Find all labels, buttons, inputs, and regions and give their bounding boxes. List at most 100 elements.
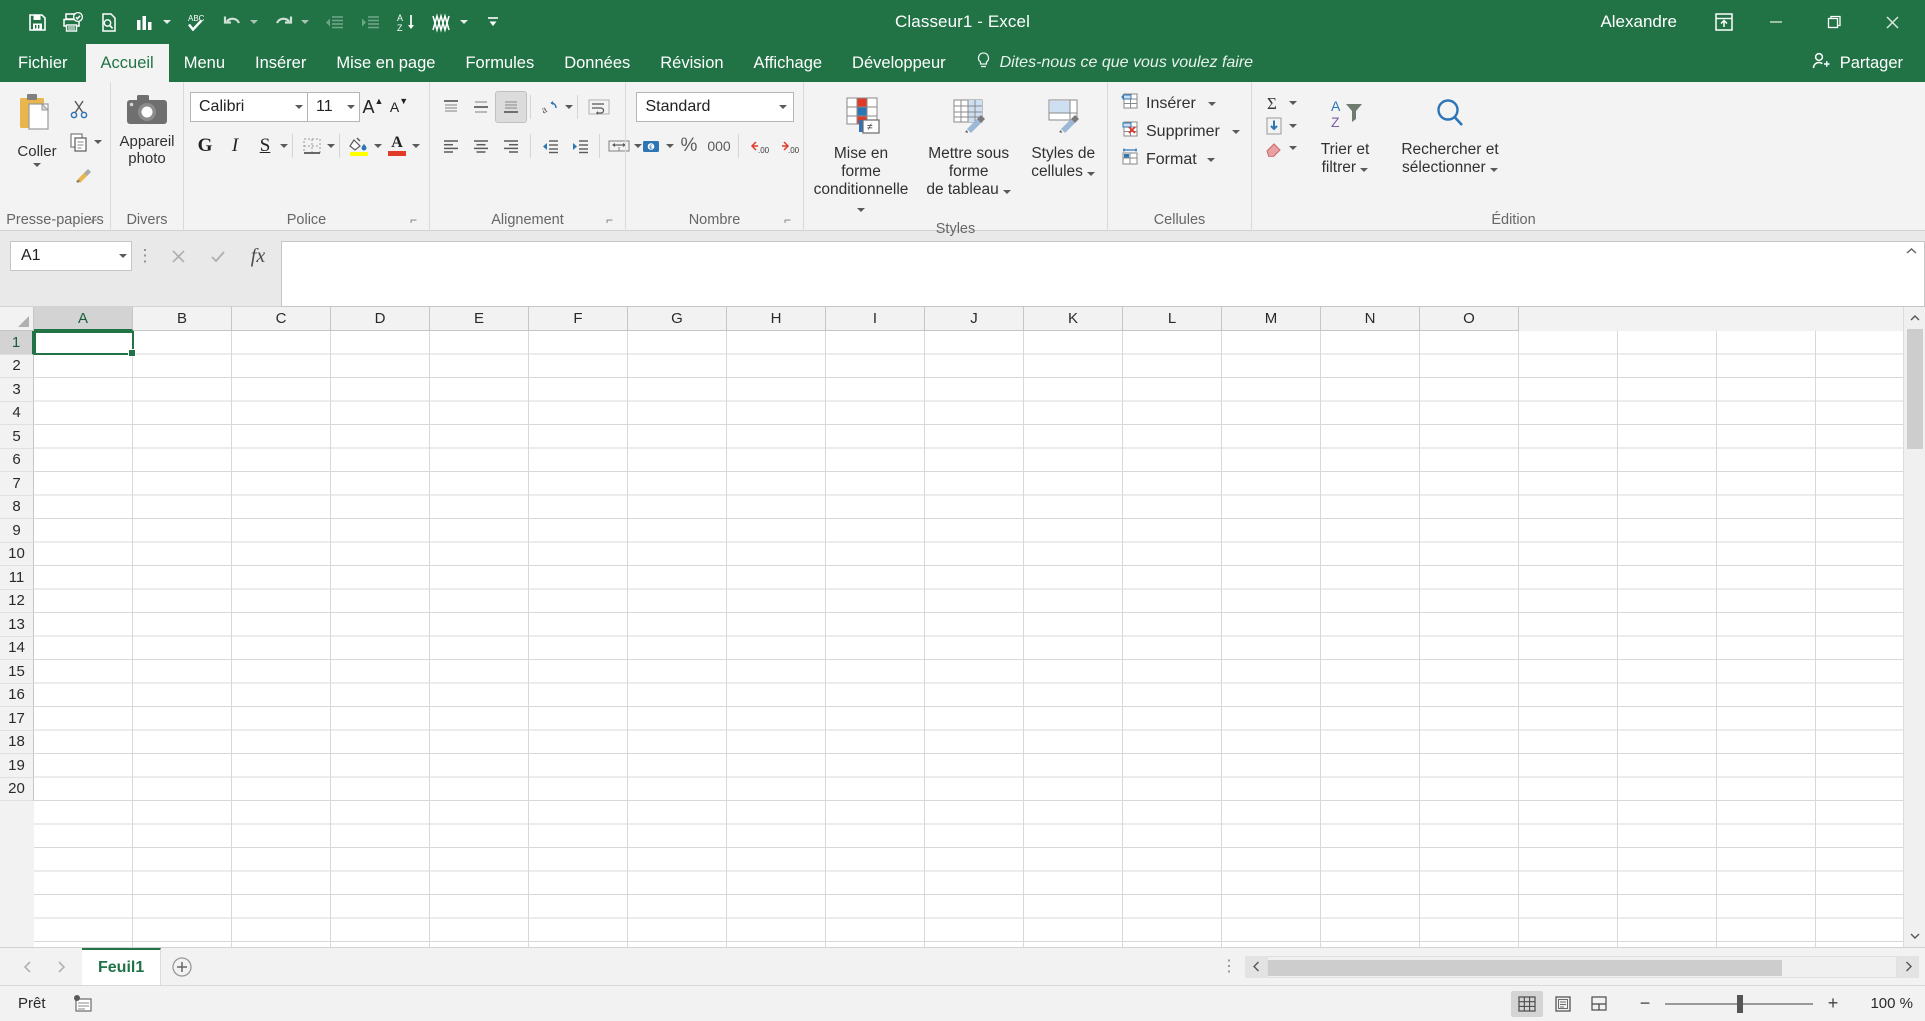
hscroll-left-icon[interactable] [1245,956,1267,978]
column-header-J[interactable]: J [925,307,1024,331]
zoom-slider-thumb[interactable] [1737,995,1743,1013]
customize-qat-icon[interactable] [476,5,510,39]
normal-view-button[interactable] [1511,991,1543,1017]
minimize-icon[interactable] [1747,0,1805,44]
cell-grid[interactable] [34,331,1903,947]
borders-button[interactable] [297,131,327,161]
column-header-H[interactable]: H [727,307,826,331]
chevron-down-icon[interactable] [119,254,127,258]
chevron-down-icon[interactable] [1289,124,1297,128]
chevron-down-icon[interactable] [460,20,468,24]
chevron-down-icon[interactable] [1003,190,1011,194]
tab-affichage[interactable]: Affichage [739,44,838,82]
chevron-down-icon[interactable] [565,105,573,109]
accounting-format-button[interactable]: € [636,131,666,161]
row-header-9[interactable]: 9 [0,519,34,543]
tab-developpeur[interactable]: Développeur [837,44,961,82]
tab-inserer[interactable]: Insérer [240,44,321,82]
bold-button[interactable]: G [190,131,220,161]
nav-prev-icon[interactable] [14,954,40,980]
find-select-button[interactable]: Rechercher et sélectionner [1390,90,1510,181]
vscroll-track[interactable] [1904,329,1925,925]
scroll-down-icon[interactable] [1904,925,1925,947]
chart-filters-icon[interactable] [425,5,474,39]
font-size-combo[interactable]: 11 [308,92,360,122]
tab-fichier[interactable]: Fichier [0,44,86,82]
sheet-bar-resize-handle[interactable]: ⋮ [1213,948,1245,985]
chevron-up-icon[interactable] [1899,241,1925,307]
row-header-17[interactable]: 17 [0,707,34,731]
redo-icon[interactable] [266,5,315,39]
tab-mise-en-page[interactable]: Mise en page [321,44,450,82]
undo-icon-glyph[interactable] [215,5,249,39]
column-header-B[interactable]: B [133,307,232,331]
chart-filters-icon-glyph[interactable] [425,5,459,39]
chevron-down-icon[interactable] [33,163,41,167]
row-header-18[interactable]: 18 [0,731,34,755]
number-format-combo[interactable]: Standard [636,92,794,122]
autosum-button[interactable]: Σ [1258,92,1300,114]
chevron-down-icon[interactable] [1289,146,1297,150]
chevron-down-icon[interactable] [250,20,258,24]
delete-cells-button[interactable]: Supprimer [1114,118,1246,145]
hscroll-thumb[interactable] [1268,960,1782,976]
zoom-in-button[interactable]: + [1823,994,1843,1014]
row-header-12[interactable]: 12 [0,590,34,614]
zoom-slider-track[interactable] [1665,1003,1813,1005]
spelling-icon[interactable]: ABC [179,5,213,39]
chevron-down-icon[interactable] [301,20,309,24]
top-align-button[interactable] [436,92,466,122]
chevron-down-icon[interactable] [1207,158,1215,162]
restore-icon[interactable] [1805,0,1863,44]
column-header-E[interactable]: E [430,307,529,331]
close-icon[interactable] [1863,0,1921,44]
row-header-7[interactable]: 7 [0,472,34,496]
format-cells-button[interactable]: Format [1114,146,1221,173]
italic-button[interactable]: I [220,131,250,161]
format-painter-button[interactable] [64,160,106,190]
row-header-2[interactable]: 2 [0,355,34,379]
column-header-O[interactable]: O [1420,307,1519,331]
copy-button[interactable] [64,127,94,157]
row-header-6[interactable]: 6 [0,449,34,473]
chart-icon[interactable] [128,5,177,39]
wrap-text-button[interactable] [582,92,616,122]
column-header-L[interactable]: L [1123,307,1222,331]
camera-button[interactable]: Appareil photo [117,88,177,171]
insert-cells-button[interactable]: Insérer [1114,90,1222,117]
tab-revision[interactable]: Révision [645,44,738,82]
row-header-8[interactable]: 8 [0,496,34,520]
hscroll-right-icon[interactable] [1897,956,1919,978]
grow-font-button[interactable]: A▲ [360,92,386,122]
tab-menu[interactable]: Menu [169,44,240,82]
name-box[interactable]: A1 [10,241,132,271]
nav-next-icon[interactable] [48,954,74,980]
chevron-down-icon[interactable] [163,20,171,24]
row-header-13[interactable]: 13 [0,613,34,637]
column-header-I[interactable]: I [826,307,925,331]
zoom-value[interactable]: 100 % [1857,995,1913,1012]
chart-icon-glyph[interactable] [128,5,162,39]
paste-button[interactable]: Coller [10,88,64,171]
page-layout-view-button[interactable] [1547,991,1579,1017]
tab-donnees[interactable]: Données [549,44,645,82]
sheet-tab-feuil1[interactable]: Feuil1 [82,948,161,985]
thousands-format-button[interactable]: 000 [704,131,734,161]
row-header-4[interactable]: 4 [0,402,34,426]
orientation-button[interactable]: a [535,92,565,122]
chevron-down-icon[interactable] [280,144,288,148]
column-header-K[interactable]: K [1024,307,1123,331]
chevron-down-icon[interactable] [374,144,382,148]
row-header-11[interactable]: 11 [0,566,34,590]
bottom-align-button[interactable] [496,92,526,122]
align-left-button[interactable] [436,131,466,161]
cell-styles-button[interactable]: Styles de cellules [1025,90,1101,185]
hscroll-track[interactable] [1267,956,1897,978]
sort-az-icon[interactable]: AZ [389,5,423,39]
row-header-15[interactable]: 15 [0,660,34,684]
chevron-down-icon[interactable] [779,105,787,109]
ribbon-display-options-icon[interactable] [1701,0,1747,44]
row-header-5[interactable]: 5 [0,425,34,449]
column-header-G[interactable]: G [628,307,727,331]
middle-align-button[interactable] [466,92,496,122]
